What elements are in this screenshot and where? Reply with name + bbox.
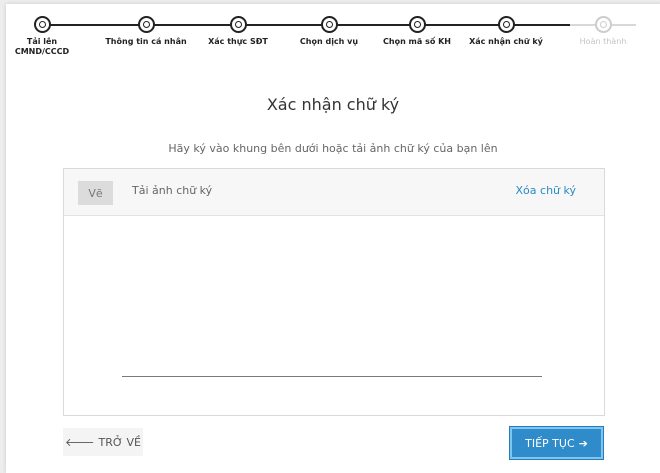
arrow-right-icon: ➔ (578, 436, 588, 450)
step-done-icon (497, 16, 515, 33)
signature-toolbar: Vẽ Tải ảnh chữ ký Xóa chữ ký (64, 169, 604, 216)
page-instructions: Hãy ký vào khung bên dưới hoặc tải ảnh c… (168, 142, 498, 155)
page-title: Xác nhận chữ ký (266, 95, 400, 114)
step-confirm-signature: Xác nhận chữ ký (461, 16, 551, 47)
back-button[interactable]: 🡐 TRỞ VỀ (63, 428, 143, 456)
step-label: Xác nhận chữ ký (469, 37, 543, 46)
step-choose-customer-code: Chọn mã số KH (372, 16, 462, 47)
step-pending-icon (594, 16, 612, 33)
continue-button-label: TIẾP TỤC (525, 436, 575, 450)
signature-panel: Vẽ Tải ảnh chữ ký Xóa chữ ký (63, 168, 605, 416)
tab-draw[interactable]: Vẽ (78, 181, 113, 205)
signature-step-card: Tải lên CMND/CCCD Thông tin cá nhân Xác … (6, 4, 660, 473)
step-verify-phone: Xác thực SĐT (193, 16, 283, 47)
step-done-icon (320, 16, 338, 33)
step-done-icon (33, 16, 51, 33)
back-button-label: TRỞ VỀ (98, 435, 141, 449)
step-done-icon (137, 16, 155, 33)
step-label: Hoàn thành (579, 37, 627, 46)
step-done-icon (408, 16, 426, 33)
signature-canvas[interactable] (64, 217, 604, 415)
step-done-icon (229, 16, 247, 33)
step-complete: Hoàn thành (558, 16, 648, 47)
continue-button[interactable]: TIẾP TỤC ➔ (510, 427, 603, 459)
step-label: Xác thực SĐT (208, 37, 268, 46)
step-choose-service: Chọn dịch vụ (284, 16, 374, 47)
clear-signature-link[interactable]: Xóa chữ ký (516, 184, 576, 197)
step-label: Thông tin cá nhân (105, 37, 187, 46)
arrow-left-icon: 🡐 (65, 436, 95, 449)
step-label: Tải lên CMND/CCCD (14, 37, 70, 56)
signature-baseline (122, 376, 542, 377)
tab-upload-signature[interactable]: Tải ảnh chữ ký (132, 184, 212, 197)
step-label: Chọn mã số KH (383, 37, 451, 46)
step-label: Chọn dịch vụ (299, 37, 359, 46)
step-personal-info: Thông tin cá nhân (101, 16, 191, 47)
step-upload-id: Tải lên CMND/CCCD (0, 16, 87, 57)
progress-stepper: Tải lên CMND/CCCD Thông tin cá nhân Xác … (6, 4, 660, 76)
